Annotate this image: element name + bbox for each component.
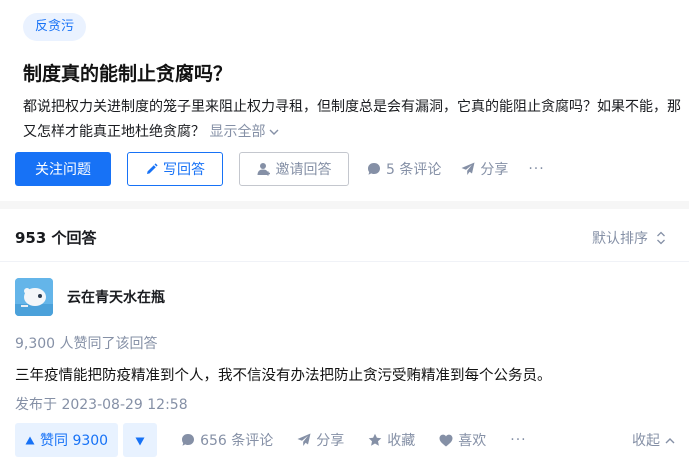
- answer-share-label: 分享: [316, 433, 345, 449]
- favorite-label: 收藏: [387, 433, 416, 449]
- paper-plane-icon: [461, 162, 475, 176]
- answer-count: 953 个回答: [15, 229, 97, 247]
- invite-user-icon: [257, 162, 271, 176]
- chevron-down-icon: [269, 120, 279, 145]
- publish-time[interactable]: 发布于 2023-08-29 12:58: [15, 394, 188, 414]
- question-share-button[interactable]: 分享: [461, 159, 508, 179]
- voters-summary: 9,300 人赞同了该回答: [15, 336, 158, 352]
- answer-share-button[interactable]: 分享: [297, 430, 344, 450]
- answer-more-button[interactable]: ···: [510, 432, 526, 448]
- answers-header: 953 个回答 默认排序: [0, 209, 689, 262]
- show-all-button[interactable]: 显示全部: [209, 124, 279, 140]
- pencil-icon: [145, 162, 158, 176]
- write-answer-label: 写回答: [163, 162, 205, 178]
- write-answer-button[interactable]: 写回答: [127, 152, 223, 186]
- answer-comments-button[interactable]: 656 条评论: [181, 430, 273, 450]
- answer-content[interactable]: 三年疫情能把防疫精准到个人，我不信没有办法把防止贪污受贿精准到每个公务员。: [15, 364, 552, 385]
- question-card: 反贪污 制度真的能制止贪腐吗？ 都说把权力关进制度的笼子里来阻止权力寻租，但制度…: [0, 0, 689, 201]
- show-all-label: 显示全部: [209, 124, 266, 140]
- heart-icon: [439, 434, 453, 447]
- like-label: 喜欢: [458, 433, 487, 449]
- answer-actions: 赞同 9300 656 条评论 分享 收藏 喜欢 ··· 收起: [15, 423, 675, 457]
- triangle-down-icon: [135, 431, 145, 450]
- follow-question-button[interactable]: 关注问题: [15, 152, 111, 186]
- question-title[interactable]: 制度真的能制止贪腐吗？: [23, 60, 232, 88]
- question-comments-label: 5 条评论: [386, 162, 442, 178]
- paper-plane-icon: [297, 433, 311, 447]
- question-comments-button[interactable]: 5 条评论: [367, 159, 441, 179]
- favorite-button[interactable]: 收藏: [368, 430, 415, 450]
- question-description: 都说把权力关进制度的笼子里来阻止权力寻租，但制度总是会有漏洞，它真的能阻止贪腐吗…: [23, 95, 685, 145]
- avatar[interactable]: [15, 278, 53, 316]
- sort-arrows-icon: [656, 231, 666, 245]
- downvote-button[interactable]: [123, 423, 158, 457]
- collapse-button[interactable]: 收起: [632, 423, 675, 457]
- star-icon: [368, 433, 382, 447]
- collapse-label: 收起: [632, 433, 660, 449]
- sort-toggle[interactable]: 默认排序: [592, 228, 666, 248]
- like-button[interactable]: 喜欢: [439, 430, 486, 450]
- answer-comments-label: 656 条评论: [200, 433, 274, 449]
- author-name[interactable]: 云在青天水在瓶: [67, 287, 165, 307]
- topic-tag[interactable]: 反贪污: [23, 13, 87, 41]
- question-actions: 关注问题 写回答 邀请回答 5 条评论 分享 ···: [15, 152, 545, 186]
- triangle-up-icon: [25, 436, 35, 445]
- answers-card: 953 个回答 默认排序 云在青天水在瓶 9,300 人赞同了该回答 三年疫情能…: [0, 209, 689, 470]
- question-description-text: 都说把权力关进制度的笼子里来阻止权力寻租，但制度总是会有漏洞，它真的能阻止贪腐吗…: [23, 99, 681, 140]
- comment-bubble-icon: [367, 162, 381, 176]
- chevron-up-icon: [665, 437, 675, 444]
- question-more-label: ···: [528, 161, 545, 177]
- question-share-label: 分享: [480, 162, 509, 178]
- follow-question-label: 关注问题: [35, 162, 91, 178]
- answer-more-label: ···: [510, 432, 527, 448]
- question-more-button[interactable]: ···: [528, 161, 544, 177]
- upvote-label: 赞同 9300: [40, 433, 109, 449]
- upvote-button[interactable]: 赞同 9300: [15, 423, 119, 457]
- sort-label: 默认排序: [592, 231, 648, 247]
- invite-answer-label: 邀请回答: [275, 162, 332, 178]
- comment-bubble-icon: [181, 433, 195, 447]
- invite-answer-button[interactable]: 邀请回答: [239, 152, 349, 186]
